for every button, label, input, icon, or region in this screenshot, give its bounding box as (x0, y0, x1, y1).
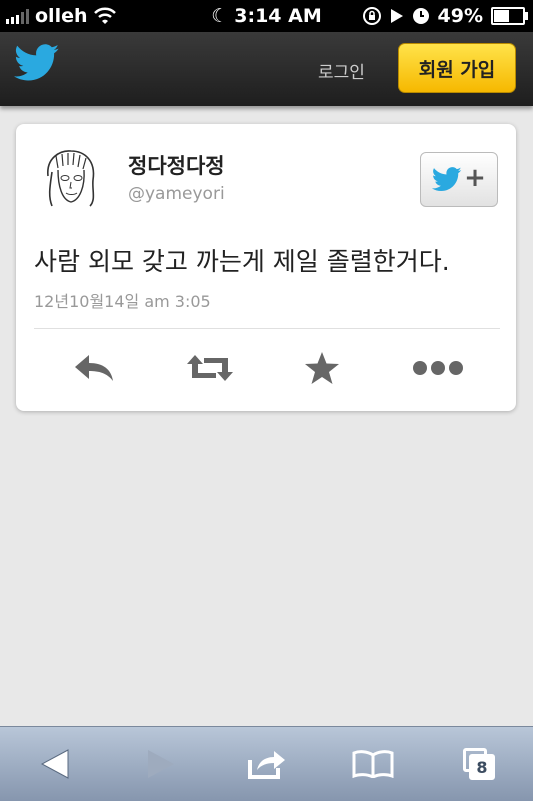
tweet-card: 정다정다정 @yameyori + 사람 외모 갖고 까는게 제일 졸렬한거다.… (16, 124, 516, 411)
more-button[interactable] (410, 346, 466, 390)
share-button[interactable] (232, 727, 302, 801)
forward-button[interactable] (126, 727, 196, 801)
twitter-bird-icon[interactable] (14, 44, 60, 82)
tweet-text: 사람 외모 갖고 까는게 제일 졸렬한거다. (34, 247, 450, 276)
twitter-bird-icon (432, 167, 462, 191)
retweet-button[interactable] (182, 346, 238, 390)
reply-button[interactable] (66, 346, 122, 390)
retweet-icon (187, 355, 233, 381)
share-icon (248, 751, 285, 779)
alarm-clock-icon (412, 8, 429, 24)
favorite-icon (305, 352, 339, 384)
tabs-button[interactable]: 8 (444, 727, 514, 801)
twitter-header: 로그인 회원 가입 (0, 32, 533, 106)
back-button[interactable] (20, 727, 90, 801)
battery-percent: 49% (437, 5, 483, 27)
play-icon (390, 9, 403, 23)
bookmarks-icon (352, 750, 394, 778)
divider (34, 328, 500, 329)
rotation-lock-icon (362, 7, 381, 25)
tweet-timestamp[interactable]: 12년10월14일 am 3:05 (34, 288, 211, 312)
plus-icon: + (464, 163, 486, 193)
clock-time: 3:14 AM (234, 5, 322, 27)
moon-icon: ☾ (211, 5, 229, 27)
back-arrow-icon (40, 749, 69, 779)
status-bar: olleh ☾ 3:14 AM 49% (0, 0, 533, 32)
tweet-author-handle[interactable]: @yameyori (128, 184, 225, 204)
tweet-actions (16, 346, 516, 390)
battery-icon (491, 7, 528, 25)
follow-button[interactable]: + (420, 152, 498, 207)
avatar[interactable] (38, 146, 104, 212)
browser-toolbar: 8 (0, 726, 533, 801)
tab-count: 8 (469, 754, 495, 780)
reply-icon (75, 355, 113, 381)
favorite-button[interactable] (294, 346, 350, 390)
more-icon (413, 361, 463, 375)
signup-button[interactable]: 회원 가입 (398, 43, 516, 93)
tabs-icon: 8 (463, 748, 495, 780)
bookmarks-button[interactable] (338, 727, 408, 801)
forward-arrow-icon (148, 750, 174, 778)
tweet-author-name[interactable]: 정다정다정 (128, 150, 225, 180)
login-link[interactable]: 로그인 (318, 58, 365, 83)
